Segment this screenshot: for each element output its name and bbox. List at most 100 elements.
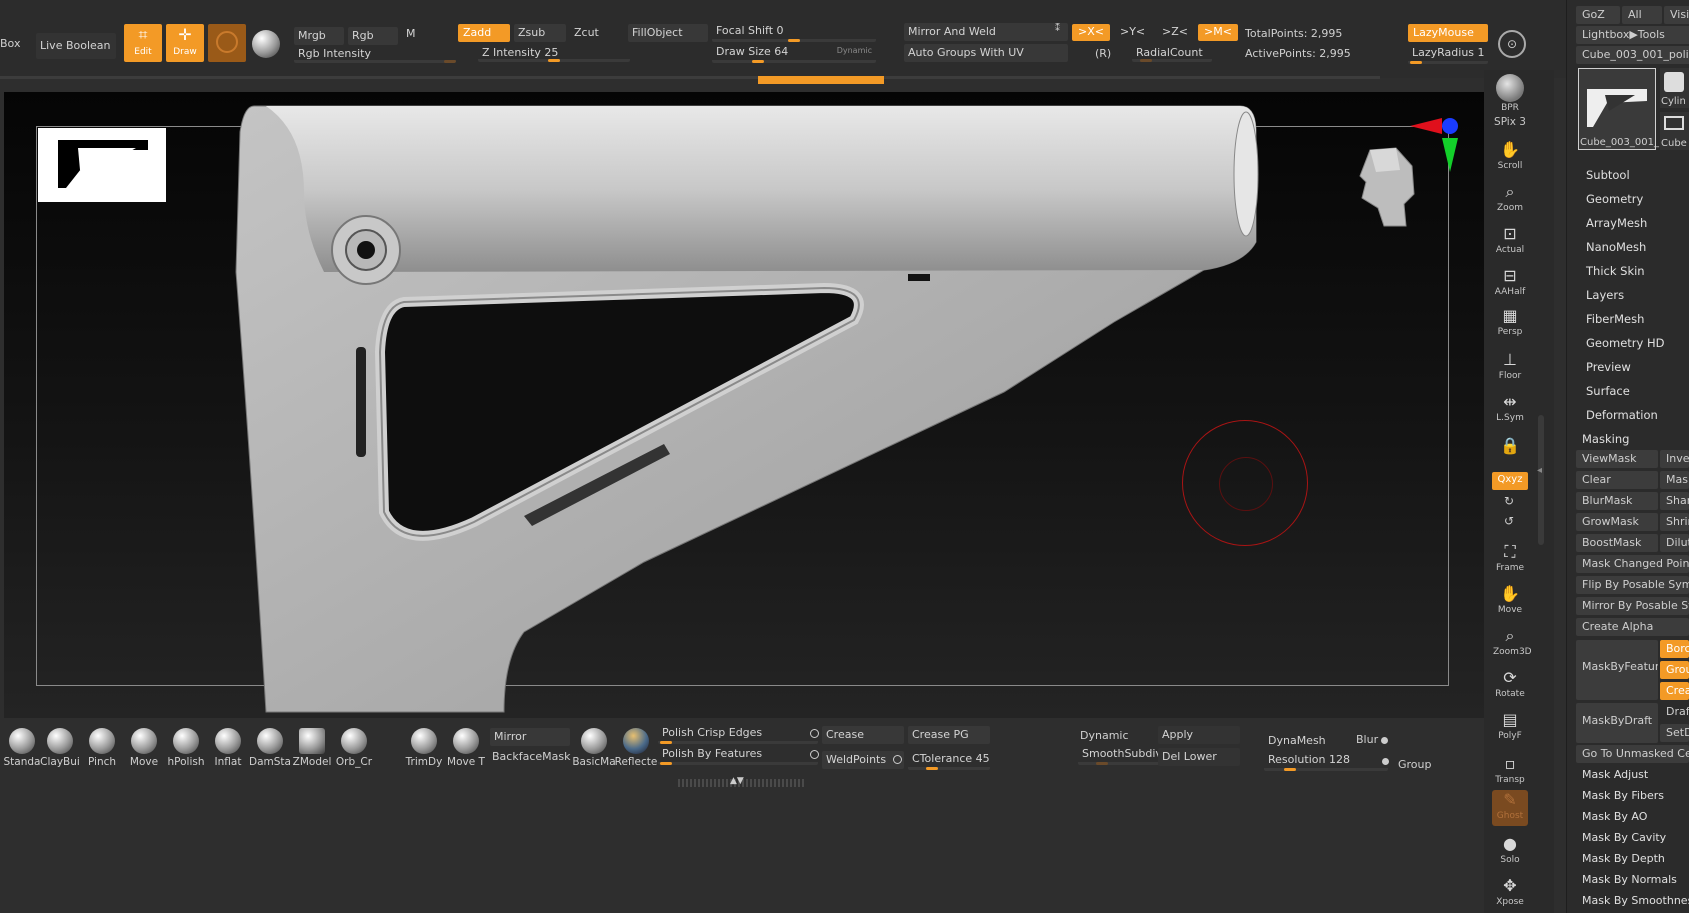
menu-layers[interactable]: Layers xyxy=(1586,288,1624,302)
brush-zmodeler[interactable]: ZModel xyxy=(290,728,334,768)
brush-move-topological[interactable]: Move T xyxy=(444,728,488,768)
brush-damstandard[interactable]: DamSta xyxy=(248,728,292,768)
flip-by-posable-button[interactable]: Flip By Posable Symme xyxy=(1576,576,1689,594)
floor-button[interactable]: ⊥ Floor xyxy=(1493,350,1527,381)
clear-mask-button[interactable]: Clear xyxy=(1576,471,1658,489)
panel-scroll-track[interactable] xyxy=(1538,415,1544,545)
radial-count-slider[interactable]: RadialCount xyxy=(1132,44,1212,62)
qxyz-button[interactable]: Qxyz xyxy=(1492,472,1528,490)
menu-deformation[interactable]: Deformation xyxy=(1586,408,1658,422)
menu-geometry[interactable]: Geometry xyxy=(1586,192,1643,206)
mask-changed-points-button[interactable]: Mask Changed Points xyxy=(1576,555,1689,573)
menu-mask-by-depth[interactable]: Mask By Depth xyxy=(1582,852,1665,865)
view-mask-button[interactable]: ViewMask xyxy=(1576,450,1658,468)
zsub-button[interactable]: Zsub xyxy=(514,24,566,42)
dynamesh-button[interactable]: DynaMesh xyxy=(1264,732,1346,750)
groups-toggle-bottom[interactable]: Group xyxy=(1398,758,1432,771)
smooth-subdiv-slider[interactable]: SmoothSubdiv xyxy=(1078,745,1164,765)
zoom-button[interactable]: ⌕ Zoom xyxy=(1493,182,1527,213)
menu-mask-by-ao[interactable]: Mask By AO xyxy=(1582,810,1647,823)
tool-thumb-cube[interactable]: Cube xyxy=(1660,112,1689,150)
go-to-unmasked-button[interactable]: Go To Unmasked Cen xyxy=(1576,745,1689,763)
xpose-button[interactable]: ✥ Xpose xyxy=(1493,876,1527,907)
mirror-and-weld-button[interactable]: Mirror And Weld ⁑ xyxy=(904,23,1068,41)
lightbox-tools-button[interactable]: Lightbox▶Tools xyxy=(1576,26,1689,44)
draw-button[interactable]: ✛ Draw xyxy=(166,24,204,62)
brush-claybuildup[interactable]: ClayBui xyxy=(38,728,82,768)
menu-arraymesh[interactable]: ArrayMesh xyxy=(1586,216,1647,230)
mask-all-button[interactable]: Mask xyxy=(1660,471,1689,489)
menu-fibermesh[interactable]: FiberMesh xyxy=(1586,312,1644,326)
menu-masking[interactable]: Masking xyxy=(1582,432,1629,446)
m-button[interactable]: M xyxy=(402,25,426,43)
c-tolerance-slider[interactable]: CTolerance 45 xyxy=(908,750,990,770)
rotate-small-icon-2[interactable]: ↺ xyxy=(1504,514,1514,528)
mirror-by-posable-button[interactable]: Mirror By Posable Sym xyxy=(1576,597,1689,615)
zoom3d-button[interactable]: ⌕ Zoom3D xyxy=(1493,626,1532,657)
blur-slider[interactable]: Blur xyxy=(1356,733,1378,746)
rgb-button[interactable]: Rgb xyxy=(348,27,398,45)
material-reflected[interactable]: Reflecte xyxy=(614,728,658,768)
menu-nanomesh[interactable]: NanoMesh xyxy=(1586,240,1646,254)
sym-z-button[interactable]: >Z< xyxy=(1156,24,1194,41)
rotate-small-icon[interactable]: ↻ xyxy=(1504,494,1514,508)
model-stock[interactable] xyxy=(4,92,1484,718)
lsym-button[interactable]: ⇹ L.Sym xyxy=(1493,392,1527,423)
dock-icon[interactable]: ⊙ xyxy=(1498,30,1526,58)
polish-crisp-edges-radio[interactable] xyxy=(810,729,819,738)
move-mode-button[interactable] xyxy=(208,24,246,62)
zadd-button[interactable]: Zadd xyxy=(458,24,510,42)
viewport[interactable] xyxy=(4,92,1484,718)
groups-toggle[interactable]: Grou xyxy=(1660,661,1689,679)
mask-by-draft-button[interactable]: MaskByDraft xyxy=(1576,703,1658,743)
backface-mask-button[interactable]: BackfaceMask xyxy=(492,750,570,763)
brush-hpolish[interactable]: hPolish xyxy=(164,728,208,768)
brush-pinch[interactable]: Pinch xyxy=(80,728,124,768)
focal-shift-slider[interactable]: Focal Shift 0 xyxy=(712,22,876,42)
transp-button[interactable]: ▫ Transp xyxy=(1493,754,1527,785)
actual-button[interactable]: ⊡ Actual xyxy=(1493,224,1527,255)
persp-button[interactable]: ▦ Persp xyxy=(1493,306,1527,337)
tool-name-field[interactable]: Cube_003_001_polish xyxy=(1576,46,1689,64)
rgb-intensity-slider[interactable]: Rgb Intensity xyxy=(294,45,456,63)
weld-points-radio[interactable] xyxy=(893,755,902,764)
sym-m-button[interactable]: >M< xyxy=(1198,24,1238,41)
lazy-mouse-button[interactable]: LazyMouse xyxy=(1408,24,1488,42)
grow-mask-button[interactable]: GrowMask xyxy=(1576,513,1658,531)
ghost-button[interactable]: ✎ Ghost xyxy=(1492,790,1528,826)
material-sphere-icon[interactable] xyxy=(252,30,280,58)
menu-surface[interactable]: Surface xyxy=(1586,384,1630,398)
menu-mask-by-smoothness[interactable]: Mask By Smoothness xyxy=(1582,894,1689,907)
edit-button[interactable]: ⌗ Edit xyxy=(124,24,162,62)
frame-button[interactable]: ⛶ Frame xyxy=(1493,542,1527,573)
menu-geometry-hd[interactable]: Geometry HD xyxy=(1586,336,1665,350)
menu-mask-by-cavity[interactable]: Mask By Cavity xyxy=(1582,831,1666,844)
visible-button[interactable]: Visib xyxy=(1664,6,1689,24)
menu-thick-skin[interactable]: Thick Skin xyxy=(1586,264,1645,278)
mask-by-feature-button[interactable]: MaskByFeature xyxy=(1576,640,1658,700)
lazy-radius-slider[interactable]: LazyRadius 1 xyxy=(1408,44,1488,64)
live-boolean-button[interactable]: Live Boolean xyxy=(36,33,116,59)
rotate-button[interactable]: ⟳ Rotate xyxy=(1493,668,1527,699)
goz-button[interactable]: GoZ xyxy=(1576,6,1620,24)
brush-inflate[interactable]: Inflat xyxy=(206,728,250,768)
sym-x-button[interactable]: >X< xyxy=(1072,24,1110,41)
apply-button[interactable]: Apply xyxy=(1158,726,1240,744)
radial-r-button[interactable]: (R) xyxy=(1095,47,1111,60)
brush-orb-cracks[interactable]: Orb_Cr xyxy=(332,728,376,768)
aahalf-button[interactable]: ⊟ AAHalf xyxy=(1493,266,1527,297)
sharpen-mask-button[interactable]: Shar xyxy=(1660,492,1689,510)
shelf-resize-arrows-icon[interactable]: ▲▼ xyxy=(730,776,744,786)
polish-by-features-slider[interactable]: Polish By Features xyxy=(658,745,818,765)
menu-mask-by-fibers[interactable]: Mask By Fibers xyxy=(1582,789,1664,802)
draft-slider[interactable]: Draf xyxy=(1660,703,1689,721)
auto-groups-uv-button[interactable]: Auto Groups With UV xyxy=(904,44,1068,62)
axis-gizmo[interactable] xyxy=(1406,116,1462,176)
mrgb-button[interactable]: Mrgb xyxy=(294,27,344,45)
dynamic-subdiv-toggle[interactable]: Dynamic xyxy=(1080,729,1129,742)
inverse-mask-button[interactable]: Inve xyxy=(1660,450,1689,468)
menu-mask-by-normals[interactable]: Mask By Normals xyxy=(1582,873,1677,886)
crease-pg-button[interactable]: Crease PG xyxy=(908,726,990,744)
dynamic-toggle[interactable]: Dynamic xyxy=(837,46,872,55)
brush-trimdynamic[interactable]: TrimDy xyxy=(402,728,446,768)
